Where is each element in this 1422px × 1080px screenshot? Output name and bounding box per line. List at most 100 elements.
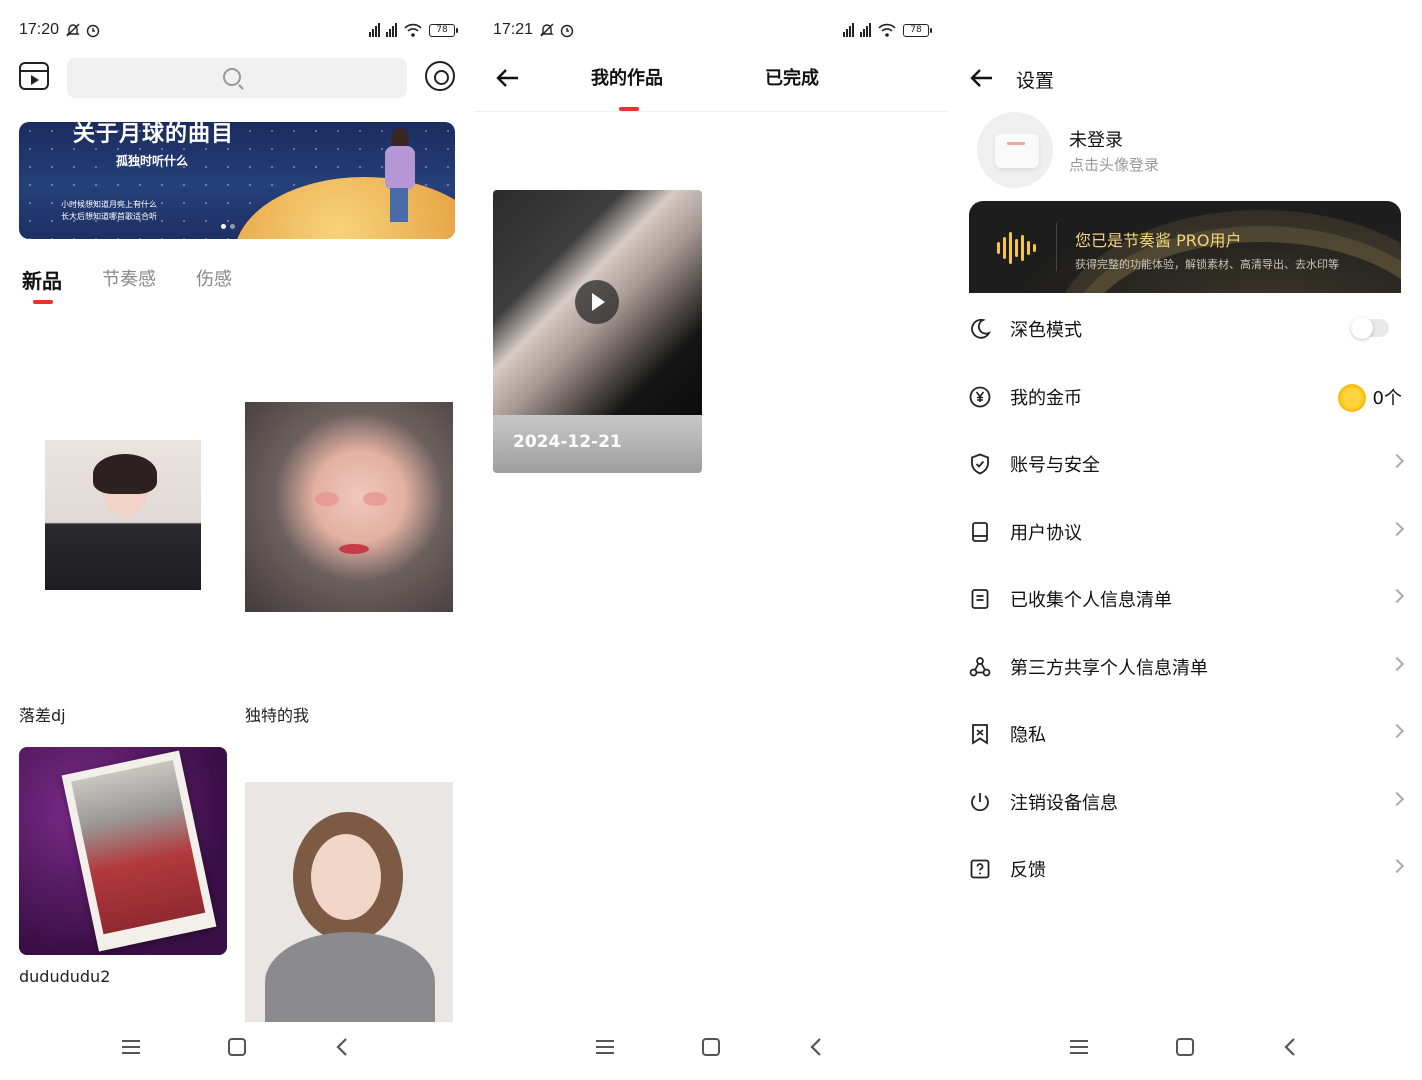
- home-screen: 17:20 78 关于月球的曲目 孤独时听什么 小时候想知道月亮上有什么 长大后…: [0, 0, 474, 1080]
- template-card[interactable]: 落差dj: [19, 380, 227, 730]
- chevron-right-icon: [1389, 453, 1405, 469]
- signal-icon: [860, 23, 871, 37]
- status-time: 17:21: [493, 21, 534, 38]
- pro-title: 您已是节奏酱 PRO用户: [1075, 231, 1242, 250]
- setting-user-agreement[interactable]: 用户协议: [948, 504, 1422, 560]
- carousel-dots: [221, 224, 235, 229]
- template-thumbnail: [19, 747, 227, 955]
- setting-label: 隐私: [1010, 725, 1046, 746]
- banner-illustration: [379, 128, 419, 228]
- chevron-right-icon: [1389, 791, 1405, 807]
- work-date: 2024-12-21: [513, 432, 622, 452]
- back-icon[interactable]: [1275, 1032, 1305, 1062]
- chevron-right-icon: [1389, 521, 1405, 537]
- battery-icon: 78: [429, 23, 458, 37]
- share-network-icon: [969, 657, 991, 677]
- top-bar: [19, 58, 455, 98]
- signal-icon: [386, 23, 397, 37]
- coin-icon: [1338, 384, 1366, 412]
- template-card[interactable]: 独特的我: [245, 380, 455, 730]
- status-bar: 17:20 78: [19, 18, 458, 42]
- mute-bell-icon: [540, 23, 554, 37]
- setting-account-security[interactable]: 账号与安全: [948, 436, 1422, 492]
- dark-mode-toggle[interactable]: [1351, 317, 1389, 339]
- tab-rhythm[interactable]: 节奏感: [102, 265, 156, 294]
- work-item[interactable]: 2024-12-21: [493, 190, 702, 473]
- status-time: 17:20: [19, 21, 60, 38]
- play-button[interactable]: [575, 280, 619, 324]
- setting-privacy[interactable]: 隐私: [948, 706, 1422, 762]
- setting-my-coins[interactable]: 我的金币 0个: [948, 369, 1422, 425]
- chevron-right-icon: [1389, 656, 1405, 672]
- coin-count: 0个: [1372, 388, 1402, 409]
- banner-title: 关于月球的曲目: [73, 122, 235, 147]
- back-arrow-icon[interactable]: [494, 64, 522, 92]
- settings-screen: 设置 未登录 点击头像登录 您已是节奏酱 PRO用户 获得完整的功能体验，解锁素…: [948, 0, 1422, 1080]
- power-icon: [971, 793, 989, 812]
- search-input[interactable]: [67, 58, 407, 98]
- setting-label: 深色模式: [1010, 320, 1082, 341]
- template-card[interactable]: dudududu2: [19, 747, 227, 997]
- wifi-icon: [404, 23, 422, 37]
- audio-wave-icon: [997, 231, 1037, 265]
- category-tabs: 新品 节奏感 伤感: [22, 265, 272, 294]
- setting-collected-info[interactable]: 已收集个人信息清单: [948, 571, 1422, 627]
- setting-label: 账号与安全: [1010, 455, 1100, 476]
- template-title: 独特的我: [245, 706, 310, 725]
- alarm-icon: [86, 24, 100, 38]
- chevron-right-icon: [1389, 588, 1405, 604]
- settings-gear-icon[interactable]: [425, 61, 455, 91]
- home-icon[interactable]: [696, 1032, 726, 1062]
- search-icon: [223, 68, 241, 86]
- tab-new[interactable]: 新品: [22, 265, 62, 294]
- tab-sad[interactable]: 伤感: [196, 265, 232, 294]
- tab-completed[interactable]: 已完成: [765, 64, 819, 90]
- tab-indicator: [33, 300, 53, 304]
- back-icon[interactable]: [327, 1032, 357, 1062]
- tab-my-works[interactable]: 我的作品: [591, 64, 663, 90]
- moon-icon: [971, 318, 992, 339]
- menu-icon[interactable]: [590, 1032, 620, 1062]
- user-name[interactable]: 未登录: [1069, 126, 1123, 152]
- avatar[interactable]: [977, 112, 1053, 188]
- menu-icon[interactable]: [116, 1032, 146, 1062]
- chevron-right-icon: [1389, 723, 1405, 739]
- home-icon[interactable]: [1170, 1032, 1200, 1062]
- chevron-right-icon: [1389, 858, 1405, 874]
- setting-feedback[interactable]: 反馈: [948, 841, 1422, 897]
- login-hint[interactable]: 点击头像登录: [1069, 154, 1159, 175]
- book-icon: [972, 522, 988, 542]
- setting-deregister-device[interactable]: 注销设备信息: [948, 774, 1422, 830]
- mute-bell-icon: [66, 23, 80, 37]
- my-works-screen: 17:21 78 我的作品 已完成 2024-12-21: [474, 0, 948, 1080]
- template-card[interactable]: [245, 782, 455, 1022]
- back-arrow-icon[interactable]: [968, 64, 996, 92]
- page-title: 设置: [1016, 70, 1055, 92]
- shield-check-icon: [971, 453, 989, 475]
- system-nav-bar: [474, 1032, 948, 1062]
- home-icon[interactable]: [222, 1032, 252, 1062]
- pro-description: 获得完整的功能体验，解锁素材、高清导出、去水印等: [1075, 258, 1339, 271]
- setting-third-party-share[interactable]: 第三方共享个人信息清单: [948, 639, 1422, 695]
- setting-label: 注销设备信息: [1010, 793, 1118, 814]
- setting-label: 已收集个人信息清单: [1010, 590, 1172, 611]
- setting-label: 反馈: [1010, 860, 1046, 881]
- bookmark-x-icon: [972, 724, 988, 745]
- video-clip-icon[interactable]: [19, 62, 49, 90]
- banner-subtitle: 孤独时听什么: [116, 154, 189, 168]
- alarm-icon: [560, 24, 574, 38]
- signal-icon: [843, 23, 854, 37]
- template-title: 落差dj: [19, 706, 66, 725]
- system-nav-bar: [948, 1032, 1422, 1062]
- promo-banner[interactable]: 关于月球的曲目 孤独时听什么 小时候想知道月亮上有什么 长大后想知道哪首歌适合听: [19, 122, 455, 239]
- divider: [474, 111, 948, 112]
- question-icon: [970, 859, 990, 879]
- banner-line: 小时候想知道月亮上有什么: [61, 200, 157, 209]
- back-icon[interactable]: [801, 1032, 831, 1062]
- setting-dark-mode[interactable]: 深色模式: [948, 301, 1422, 357]
- menu-icon[interactable]: [1064, 1032, 1094, 1062]
- wifi-icon: [878, 23, 896, 37]
- coin-yen-icon: [969, 386, 991, 408]
- divider: [1056, 223, 1057, 271]
- pro-membership-card[interactable]: 您已是节奏酱 PRO用户 获得完整的功能体验，解锁素材、高清导出、去水印等: [969, 201, 1401, 293]
